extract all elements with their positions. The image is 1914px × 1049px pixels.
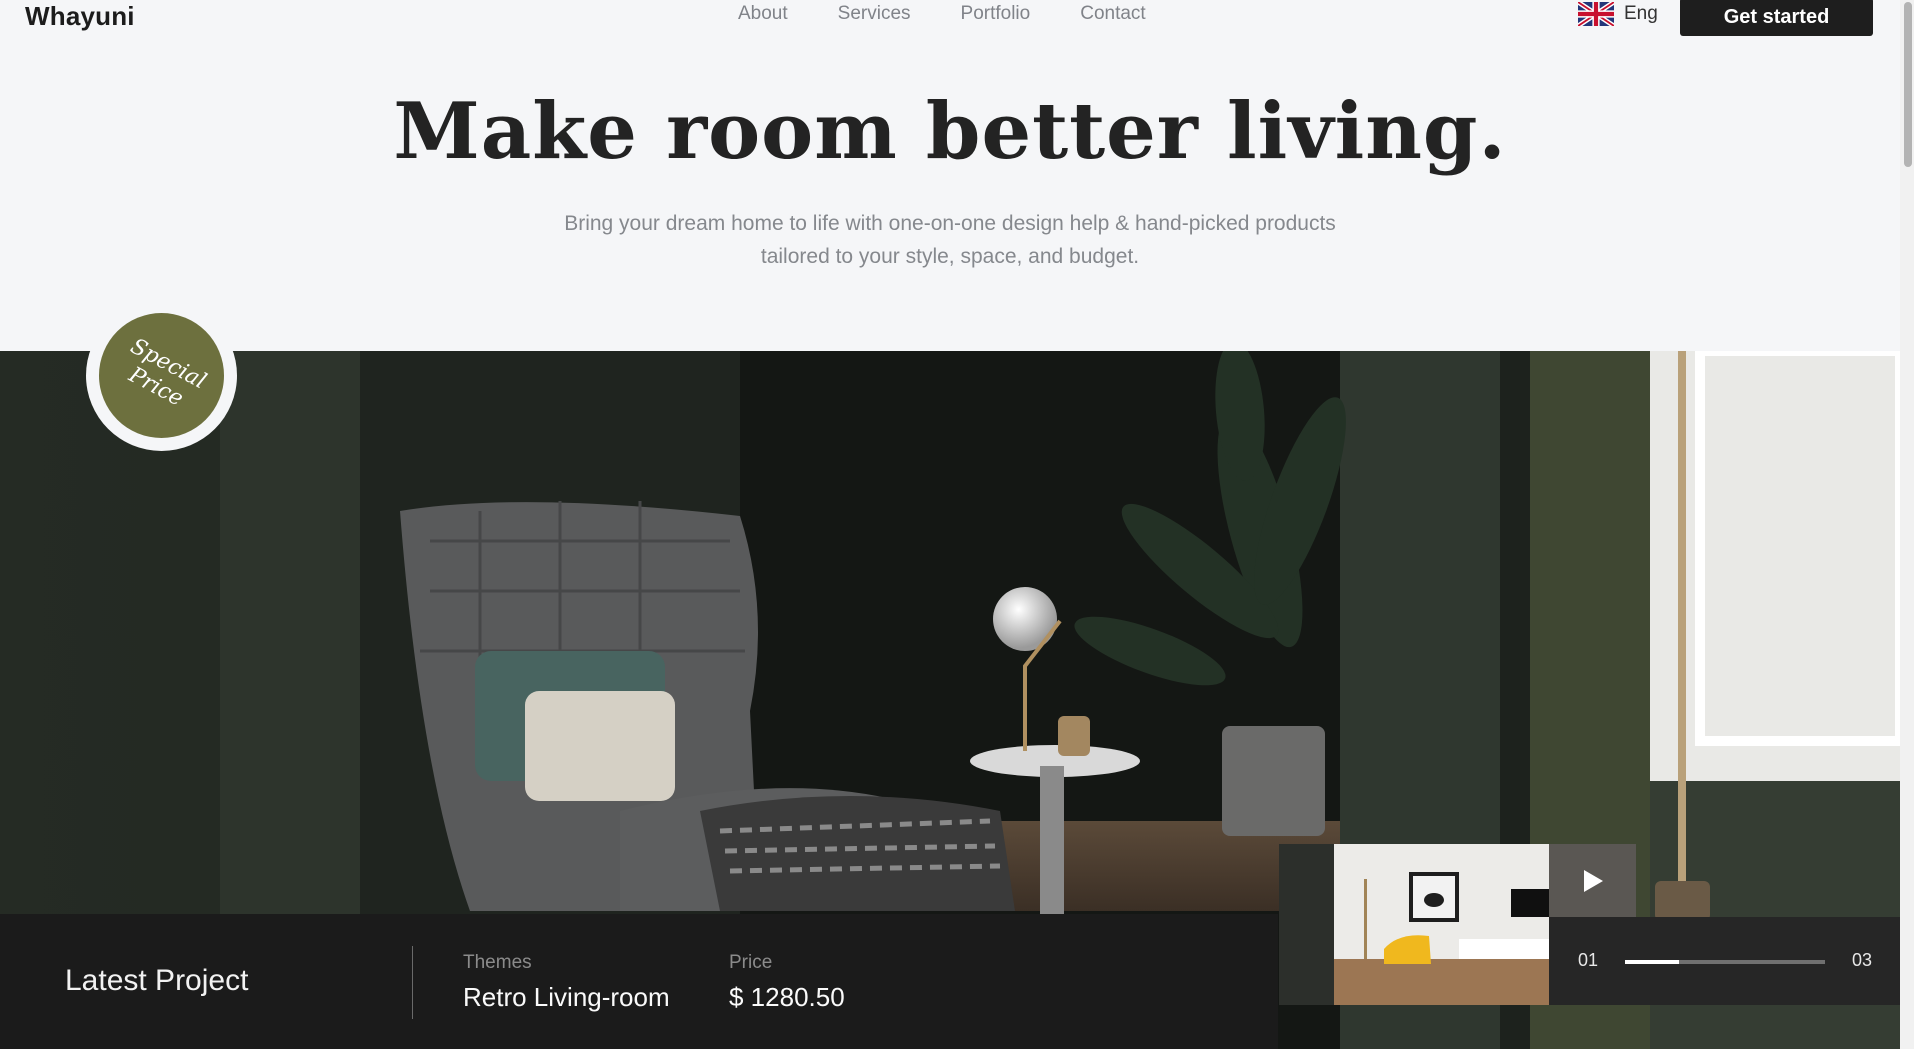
slide-progress-track[interactable]	[1625, 960, 1825, 964]
get-started-button[interactable]: Get started	[1680, 0, 1873, 36]
badge-text: Special Price	[124, 333, 210, 412]
hero-title: Make room better living.	[393, 86, 1507, 177]
project-info-bar: Latest Project Themes Retro Living-room …	[0, 914, 1278, 1049]
nav-link-services[interactable]: Services	[838, 3, 911, 25]
language-selector[interactable]: Eng	[1578, 2, 1658, 26]
uk-flag-icon	[1578, 2, 1614, 26]
language-label: Eng	[1624, 3, 1658, 24]
scrollbar[interactable]	[1900, 0, 1914, 1049]
logo[interactable]: Whayuni	[25, 1, 135, 32]
badge-circle: Special Price	[99, 313, 224, 438]
scrollbar-thumb[interactable]	[1904, 2, 1912, 167]
video-thumbnail[interactable]	[1279, 844, 1549, 1005]
slide-progress-fill	[1625, 960, 1679, 964]
main-nav: About Services Portfolio Contact	[738, 3, 1146, 25]
nav-link-contact[interactable]: Contact	[1080, 3, 1145, 25]
divider	[412, 946, 413, 1019]
thumbnail-image	[1279, 844, 1549, 1005]
latest-project-heading: Latest Project	[65, 964, 249, 997]
play-icon	[1583, 869, 1603, 892]
total-slides-number: 03	[1852, 950, 1873, 970]
price-label: Price	[729, 952, 773, 973]
nav-link-portfolio[interactable]: Portfolio	[961, 3, 1031, 25]
slide-indicator: 01 03	[1549, 917, 1900, 1005]
hero-subtitle: Bring your dream home to life with one-o…	[564, 212, 1336, 268]
themes-value: Retro Living-room	[463, 982, 670, 1012]
site-header: Whayuni About Services Portfolio Contact…	[0, 0, 1900, 40]
current-slide-number: 01	[1578, 950, 1599, 970]
price-value: $ 1280.50	[729, 982, 845, 1012]
nav-link-about[interactable]: About	[738, 3, 788, 25]
special-price-badge: Special Price	[86, 300, 237, 451]
play-button[interactable]	[1549, 844, 1636, 917]
themes-label: Themes	[463, 952, 532, 973]
